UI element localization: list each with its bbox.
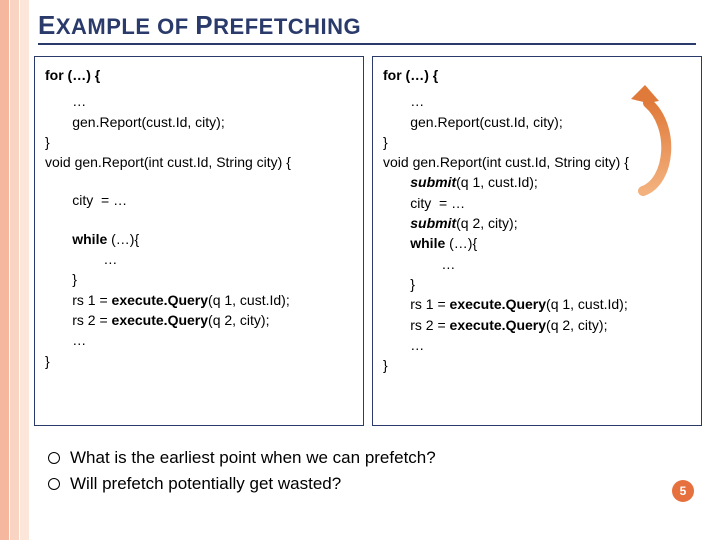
code-line: void gen.Report(int cust.Id, String city…: [45, 152, 353, 172]
code-line: rs 1 = execute.Query(q 1, cust.Id);: [45, 290, 353, 310]
code-line: void gen.Report(int cust.Id, String city…: [383, 152, 691, 172]
code-line: submit(q 1, cust.Id);: [383, 172, 691, 192]
code-line: rs 1 = execute.Query(q 1, cust.Id);: [383, 294, 691, 314]
code-line: gen.Report(cust.Id, city);: [45, 112, 353, 132]
bullet-icon: [48, 478, 60, 490]
code-line: …: [383, 335, 691, 355]
code-line: rs 2 = execute.Query(q 2, city);: [45, 310, 353, 330]
code-after: for (…) { … gen.Report(cust.Id, city); }…: [372, 56, 702, 426]
bullet-item: What is the earliest point when we can p…: [48, 448, 436, 468]
code-line: …: [45, 330, 353, 350]
page-number: 5: [672, 480, 694, 502]
code-line: for (…) {: [45, 65, 353, 85]
code-line: submit(q 2, city);: [383, 213, 691, 233]
bullet-item: Will prefetch potentially get wasted?: [48, 474, 436, 494]
code-columns: for (…) { … gen.Report(cust.Id, city); }…: [34, 56, 706, 426]
bullet-list: What is the earliest point when we can p…: [48, 448, 436, 500]
bullet-text: Will prefetch potentially get wasted?: [70, 474, 341, 494]
code-line: while (…){: [45, 229, 353, 249]
code-line: while (…){: [383, 233, 691, 253]
code-before: for (…) { … gen.Report(cust.Id, city); }…: [34, 56, 364, 426]
decorative-stripes: [0, 0, 30, 540]
code-line: …: [383, 91, 691, 111]
code-line: }: [383, 355, 691, 375]
code-line: rs 2 = execute.Query(q 2, city);: [383, 315, 691, 335]
slide-title: EXAMPLE OF PREFETCHING: [38, 10, 696, 45]
code-line: gen.Report(cust.Id, city);: [383, 112, 691, 132]
slide: EXAMPLE OF PREFETCHING for (…) { … gen.R…: [0, 0, 720, 540]
bullet-text: What is the earliest point when we can p…: [70, 448, 436, 468]
code-line: …: [383, 254, 691, 274]
code-line: }: [383, 274, 691, 294]
code-line: for (…) {: [383, 65, 691, 85]
code-line: …: [45, 91, 353, 111]
code-line: city = …: [45, 190, 353, 210]
code-line: …: [45, 249, 353, 269]
code-line: }: [45, 351, 353, 371]
code-line: }: [383, 132, 691, 152]
code-line: }: [45, 269, 353, 289]
code-line: }: [45, 132, 353, 152]
code-line: city = …: [383, 193, 691, 213]
bullet-icon: [48, 452, 60, 464]
